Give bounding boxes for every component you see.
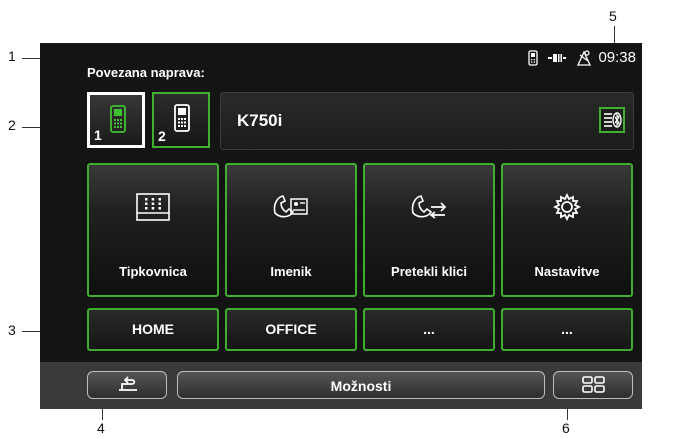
grid-menu-icon <box>582 376 606 399</box>
phonebook-label: Imenik <box>270 264 312 279</box>
keypad-tile[interactable]: Tipkovnica <box>87 163 219 297</box>
settings-label: Nastavitve <box>534 264 600 279</box>
bluetooth-phonebook-icon <box>601 112 623 135</box>
call-history-label: Pretekli klici <box>391 264 467 279</box>
satellite-icon <box>576 49 592 67</box>
gear-icon <box>552 192 582 226</box>
phonebook-tile[interactable]: Imenik <box>225 163 357 297</box>
connected-device-name: K750i <box>237 111 283 130</box>
phone-screen: 09:38 Povezana naprava: 1 2 K750i Tipkov… <box>40 43 642 409</box>
connected-device-label: Povezana naprava: <box>87 65 205 80</box>
quick-dial-empty-1[interactable]: ... <box>363 308 495 351</box>
mobile-phone-icon <box>110 105 126 138</box>
keypad-icon <box>136 193 170 226</box>
menu-button[interactable] <box>553 371 633 399</box>
call-history-icon <box>409 193 449 226</box>
clock: 09:38 <box>598 49 636 66</box>
status-icons <box>528 49 592 67</box>
callout-1: 1 <box>8 48 16 64</box>
phone-1-number: 1 <box>94 127 102 143</box>
keypad-label: Tipkovnica <box>119 264 187 279</box>
quick-dial-office[interactable]: OFFICE <box>225 308 357 351</box>
callout-4: 4 <box>97 420 105 436</box>
settings-tile[interactable]: Nastavitve <box>501 163 633 297</box>
options-label: Možnosti <box>330 378 392 394</box>
bottom-bar: Možnosti <box>40 362 642 409</box>
callout-2: 2 <box>8 117 16 133</box>
phone-2-number: 2 <box>158 128 166 144</box>
back-button[interactable] <box>87 371 167 399</box>
back-arrow-icon <box>116 376 140 399</box>
callout-3: 3 <box>8 322 16 338</box>
phone-1-button[interactable]: 1 <box>87 92 145 148</box>
bluetooth-button[interactable] <box>599 107 625 133</box>
callout-5: 5 <box>609 8 617 24</box>
callout-6: 6 <box>562 420 570 436</box>
quick-dial-home[interactable]: HOME <box>87 308 219 351</box>
phone-signal-icon <box>528 50 538 66</box>
mobile-phone-icon <box>174 104 190 137</box>
quick-dial-empty-2[interactable]: ... <box>501 308 633 351</box>
phonebook-icon <box>271 193 311 226</box>
connected-device-field[interactable]: K750i <box>220 92 634 150</box>
battery-icon <box>548 52 566 64</box>
call-history-tile[interactable]: Pretekli klici <box>363 163 495 297</box>
options-button[interactable]: Možnosti <box>177 371 545 399</box>
phone-2-button[interactable]: 2 <box>152 92 210 148</box>
